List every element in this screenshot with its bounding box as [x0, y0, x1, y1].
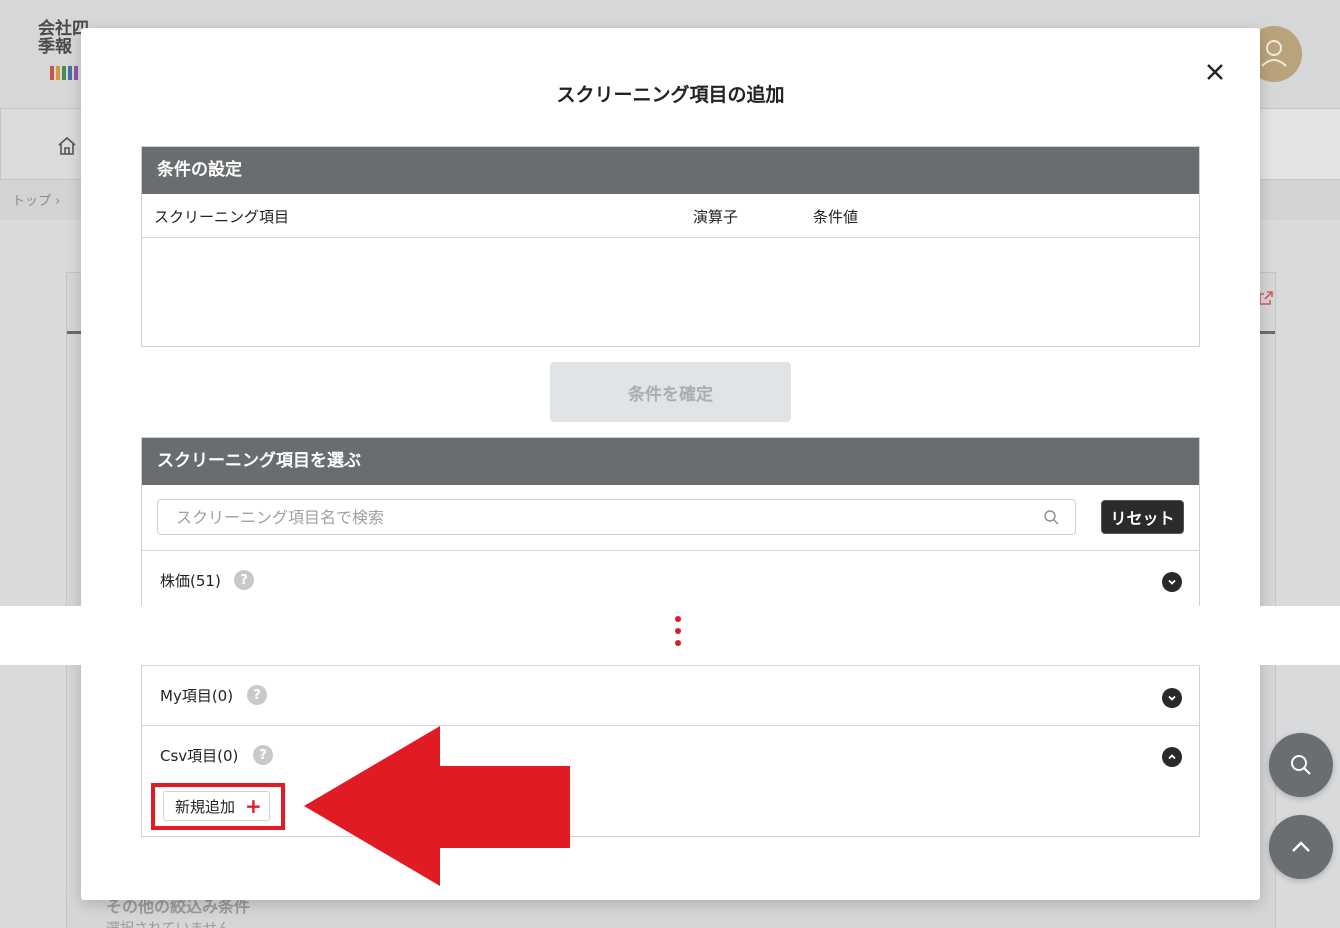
help-icon[interactable]: ? [253, 745, 273, 765]
category-row-my[interactable]: My項目(0) ? [142, 665, 1199, 726]
home-icon [58, 136, 76, 155]
ellipsis-dot [675, 640, 681, 646]
chevron-up-icon[interactable] [1162, 747, 1182, 767]
chevron-down-icon[interactable] [1162, 572, 1182, 592]
category-label: Csv項目(0) [160, 747, 239, 765]
chevron-down-icon[interactable] [1162, 688, 1182, 708]
omission-band [0, 606, 1340, 665]
modal-title: スクリーニング項目の追加 [556, 84, 785, 106]
annotation-highlight-box [151, 783, 285, 830]
annotation-arrow-icon [304, 726, 570, 886]
search-row: リセット [142, 485, 1199, 551]
conditions-header: 条件の設定 [142, 147, 1199, 194]
category-row-price[interactable]: 株価(51) ? [142, 551, 1199, 612]
selector-header: スクリーニング項目を選ぶ [142, 438, 1199, 485]
column-operator: 演算子 [693, 208, 739, 226]
search-input[interactable] [157, 499, 1076, 535]
column-item: スクリーニング項目 [154, 208, 290, 226]
selector-panel: スクリーニング項目を選ぶ リセット 株価(51) ? [141, 437, 1200, 613]
help-icon[interactable]: ? [247, 685, 267, 705]
other-filters-status: 選択されていません [106, 918, 231, 928]
logo-stripes [50, 66, 78, 80]
close-button[interactable] [1201, 58, 1229, 86]
close-icon [1207, 64, 1223, 80]
scroll-top-button[interactable] [1269, 815, 1333, 879]
floating-search-button[interactable] [1269, 733, 1333, 797]
conditions-list [142, 238, 1199, 346]
help-icon[interactable]: ? [234, 570, 254, 590]
chevron-up-icon [1292, 841, 1310, 852]
breadcrumb[interactable]: トップ › [12, 190, 60, 209]
conditions-panel: 条件の設定 スクリーニング項目 演算子 条件値 [141, 146, 1200, 347]
external-link-icon[interactable] [1258, 290, 1274, 310]
confirm-conditions-button[interactable]: 条件を確定 [550, 362, 791, 422]
category-label: My項目(0) [160, 687, 234, 705]
ellipsis-dot [675, 628, 681, 634]
search-icon[interactable] [1043, 509, 1059, 525]
ellipsis-dot [675, 616, 681, 622]
reset-button[interactable]: リセット [1101, 500, 1184, 534]
conditions-columns: スクリーニング項目 演算子 条件値 [142, 194, 1199, 238]
column-value: 条件値 [813, 208, 859, 226]
category-label: 株価(51) [160, 572, 221, 590]
search-icon [1291, 755, 1311, 775]
